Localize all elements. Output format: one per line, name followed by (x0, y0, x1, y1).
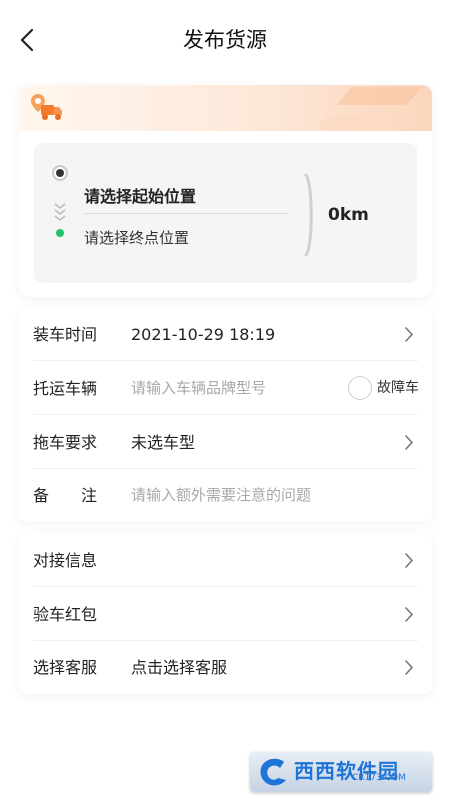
customer-service-label: 选择客服 (33, 658, 98, 677)
start-location-field[interactable]: 请选择起始位置 (84, 183, 196, 207)
tow-requirement-row[interactable]: 拖车要求 未选车型 (19, 416, 432, 469)
customer-service-row[interactable]: 选择客服 点击选择客服 (19, 641, 432, 694)
chevron-right-icon (405, 327, 414, 342)
end-location-field[interactable]: 请选择终点位置 (84, 227, 189, 248)
start-dot-icon (52, 165, 68, 181)
contact-info-label: 对接信息 (33, 551, 98, 570)
row-divider (33, 414, 418, 415)
route-selector: 请选择起始位置 请选择终点位置 0km (34, 143, 417, 283)
chevron-right-icon (405, 435, 414, 450)
load-time-value: 2021-10-29 18:19 (131, 325, 276, 344)
distance-value: 0km (328, 205, 369, 225)
chevron-right-icon (405, 553, 414, 568)
watermark-logo-icon (260, 758, 286, 786)
cargo-form-card: 装车时间 2021-10-29 18:19 托运车辆 请输入车辆品牌型号 故障车… (19, 308, 432, 522)
watermark: 西西软件园 CR173.COM (250, 752, 432, 792)
header-decoration (316, 115, 368, 129)
header-decoration (336, 87, 422, 105)
route-divider (84, 213, 289, 214)
extra-info-card: 对接信息 验车红包 选择客服 点击选择客服 (19, 534, 432, 694)
top-bar: 发布货源 (0, 0, 450, 82)
route-bracket (304, 173, 313, 257)
row-divider (33, 586, 418, 587)
remark-input[interactable]: 请输入额外需要注意的问题 (131, 469, 311, 522)
tow-requirement-value: 未选车型 (131, 433, 196, 452)
fault-car-radio-icon[interactable] (348, 376, 372, 400)
red-packet-label: 验车红包 (33, 605, 98, 624)
route-card-header (19, 85, 432, 131)
double-chevron-down-icon (54, 203, 66, 221)
load-time-row[interactable]: 装车时间 2021-10-29 18:19 (19, 308, 432, 361)
vehicle-row: 托运车辆 请输入车辆品牌型号 故障车 (19, 362, 432, 415)
fault-car-label[interactable]: 故障车 (377, 362, 419, 415)
remark-label: 备 注 (33, 486, 98, 505)
load-time-label: 装车时间 (33, 325, 98, 344)
tow-requirement-label: 拖车要求 (33, 433, 98, 452)
route-card: 请选择起始位置 请选择终点位置 0km (19, 85, 432, 297)
remark-row: 备 注 请输入额外需要注意的问题 (19, 469, 432, 522)
chevron-right-icon (405, 660, 414, 675)
chevron-right-icon (405, 607, 414, 622)
contact-info-row[interactable]: 对接信息 (19, 534, 432, 587)
page-title: 发布货源 (183, 28, 267, 52)
vehicle-input[interactable]: 请输入车辆品牌型号 (131, 362, 266, 415)
red-packet-row[interactable]: 验车红包 (19, 588, 432, 641)
customer-service-value: 点击选择客服 (131, 658, 228, 677)
end-dot-icon (56, 229, 64, 237)
row-divider (33, 360, 418, 361)
watermark-subtext: CR173.COM (352, 773, 406, 783)
truck-location-icon (31, 94, 62, 120)
vehicle-label: 托运车辆 (33, 379, 98, 398)
